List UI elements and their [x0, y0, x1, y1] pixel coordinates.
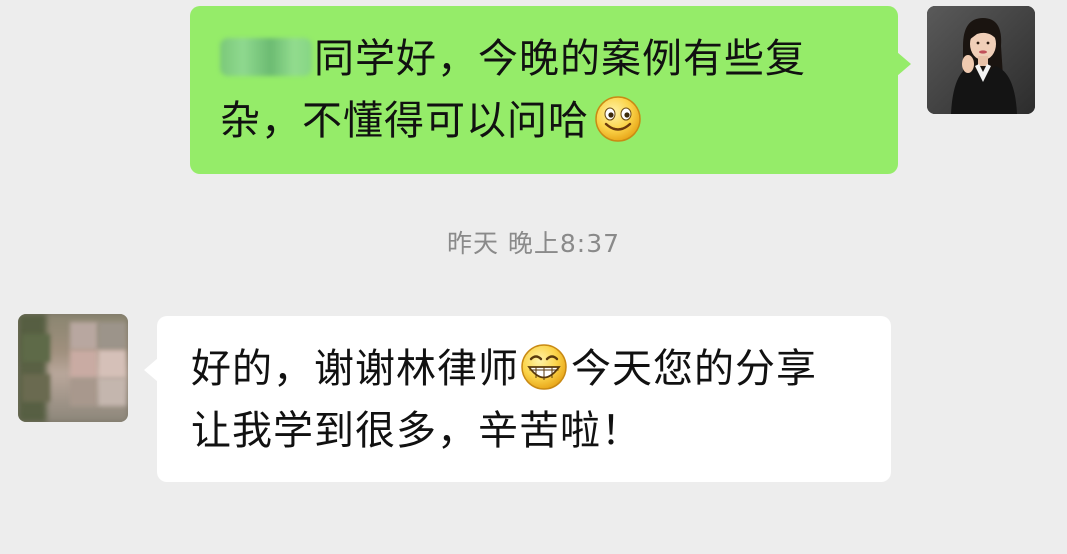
mosaic-tile [98, 378, 126, 406]
outgoing-message-line-2: 杂，不懂得可以问哈 [220, 90, 872, 152]
mosaic-tile [70, 350, 98, 378]
smile-emoji-icon [595, 96, 641, 142]
my-avatar[interactable] [927, 6, 1035, 114]
redacted-name [220, 38, 312, 76]
outgoing-message-line-1: 同学好，今晚的案例有些复 [220, 28, 872, 90]
incoming-line-1-text-b: 今天您的分享 [571, 346, 817, 392]
lawyer-portrait-icon [927, 6, 1035, 114]
incoming-line-1-text-a: 好的，谢谢林律师 [191, 346, 519, 392]
outgoing-line-2-text: 杂，不懂得可以问哈 [220, 98, 589, 144]
incoming-message-line-1: 好的，谢谢林律师 今天您的分享 [191, 338, 871, 400]
message-timestamp: 昨天 晚上8:37 [446, 229, 621, 258]
outgoing-message-bubble[interactable]: 同学好，今晚的案例有些复 杂，不懂得可以问哈 [190, 6, 911, 174]
incoming-message-bubble[interactable]: 好的，谢谢林律师 今天您的分享 让我学到很多，辛苦啦！ [144, 316, 891, 482]
mosaic-tile [70, 322, 98, 350]
mosaic-tile [22, 334, 50, 362]
mosaic-tile [98, 350, 126, 378]
grin-emoji-icon [521, 344, 567, 390]
mosaic-tile [98, 322, 126, 350]
incoming-line-2-text: 让我学到很多，辛苦啦！ [191, 408, 642, 454]
chat-view: 同学好，今晚的案例有些复 杂，不懂得可以问哈 昨天 晚上8:37 好的，谢谢林律… [0, 0, 1067, 554]
incoming-message-line-2: 让我学到很多，辛苦啦！ [191, 400, 871, 462]
mosaic-tile [70, 378, 98, 406]
peer-avatar[interactable] [18, 314, 128, 422]
mosaic-tile [22, 374, 50, 402]
outgoing-line-1-text: 同学好，今晚的案例有些复 [314, 36, 806, 82]
